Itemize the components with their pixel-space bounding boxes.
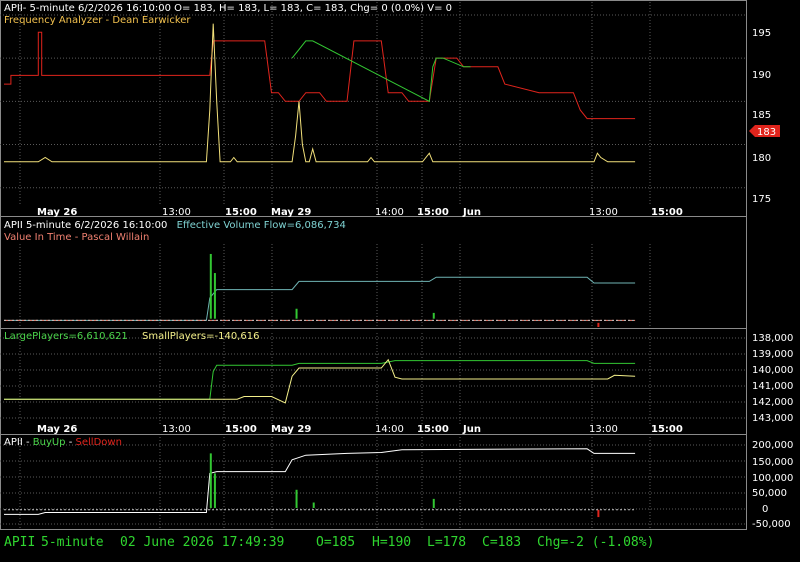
status-change: Chg=-2 (-1.08%) [537, 535, 655, 550]
chart-canvas[interactable]: APII- 5-minute 6/2/2026 16:10:00 O= 183,… [0, 0, 800, 562]
y-tick-143000: 143,000 [752, 413, 793, 424]
time-label-1500-c: 15:00 [651, 207, 683, 218]
date-label-jun-a: Jun [462, 207, 481, 218]
p4-bar-1 [213, 473, 216, 508]
y-tick-175: 175 [752, 194, 771, 205]
price-badge: 183 [749, 125, 780, 138]
time-label-1500-b: 15:00 [417, 207, 449, 218]
y-tick-195: 195 [752, 28, 771, 39]
p2-bar-1 [213, 273, 216, 319]
y-tick-140000: 140,000 [752, 365, 793, 376]
p2-bar-0 [209, 253, 212, 319]
y-tick-142000: 142,000 [752, 397, 793, 408]
time-label-1500-d: 15:00 [225, 424, 257, 435]
y-tick-139000: 139,000 [752, 349, 793, 360]
y-tick-141000: 141,000 [752, 381, 793, 392]
series-p1-apii [4, 31, 636, 120]
status-high: H=190 [372, 535, 412, 550]
grid-lines [0, 2, 746, 528]
time-label-1300-a: 13:00 [162, 207, 191, 218]
p4-bar-0 [209, 453, 212, 508]
series-p2-effective-volume-flow [4, 276, 636, 321]
y-tick-200000: 200,000 [752, 440, 793, 451]
p4-bar-4 [432, 498, 435, 508]
pane-4-frame [0, 434, 747, 530]
series-p3-largeplayers [4, 360, 636, 400]
pane-2-indicator-a: Effective Volume Flow=6,086,734 [177, 220, 346, 231]
date-label-may26-b: May 26 [37, 424, 77, 435]
time-label-1500-f: 15:00 [651, 424, 683, 435]
time-label-1400-b: 14:00 [375, 424, 404, 435]
y-tick-50000: 50,000 [752, 488, 787, 499]
price-badge-text: 183 [757, 127, 776, 138]
status-interval: 5-minute [41, 535, 104, 550]
status-low: L=178 [427, 535, 467, 550]
time-label-1300-c: 13:00 [162, 424, 191, 435]
series-p3-smallplayers [4, 358, 636, 404]
pane-2-indicator-b: Value In Time - Pascal Willain [4, 232, 149, 243]
status-close: C=183 [482, 535, 522, 550]
y-tick-185: 185 [752, 110, 771, 121]
pane-2-title: APII 5-minute 6/2/2026 16:10:00 Effectiv… [4, 220, 346, 231]
pane-1-indicator: Frequency Analyzer - Dean Earwicker [4, 15, 191, 26]
pane-4-buy-label: BuyUp [33, 437, 66, 448]
p2-bar-4 [597, 322, 600, 327]
p4-bar-3 [312, 502, 315, 508]
date-label-may29-b: May 29 [271, 424, 311, 435]
p2-bar-2 [295, 308, 298, 319]
pane-4-sep: - [69, 437, 73, 448]
y-tick-190: 190 [752, 70, 771, 81]
pane-4-sell-label: SellDown [76, 437, 122, 448]
date-label-may29-a: May 29 [271, 207, 311, 218]
pane-1-title: APII- 5-minute 6/2/2026 16:10:00 O= 183,… [4, 3, 452, 14]
time-label-1400-a: 14:00 [375, 207, 404, 218]
series-p4-buyup-selldown [4, 448, 636, 515]
time-label-1500-a: 15:00 [225, 207, 257, 218]
status-bar: APII 5-minute 02 June 2026 17:49:39 O=18… [0, 535, 800, 555]
y-tick-neg50000: -50,000 [752, 519, 791, 530]
status-symbol: APII [4, 535, 36, 550]
time-label-1500-e: 15:00 [417, 424, 449, 435]
pane-3-frame [0, 328, 747, 435]
time-label-1300-d: 13:00 [589, 424, 618, 435]
pane-4-title-prefix: APII - [4, 437, 33, 448]
status-datetime: 02 June 2026 17:49:39 [120, 535, 285, 550]
pane-2-title-prefix: APII 5-minute 6/2/2026 16:10:00 [4, 220, 167, 231]
pane-3-small-label: SmallPlayers=-140,616 [142, 331, 259, 342]
y-tick-100000: 100,000 [752, 473, 793, 484]
y-tick-180: 180 [752, 153, 771, 164]
pane-4-title: APII - BuyUp - SellDown [4, 437, 122, 448]
pane-3-large-label: LargePlayers=6,610,621 [4, 331, 128, 342]
p2-bar-3 [432, 312, 435, 319]
y-tick-150000: 150,000 [752, 457, 793, 468]
status-open: O=185 [316, 535, 356, 550]
p4-bar-2 [295, 489, 298, 508]
date-label-jun-b: Jun [462, 424, 481, 435]
y-tick-138000: 138,000 [752, 333, 793, 344]
pane-1-frame [0, 0, 747, 217]
date-label-may26-a: May 26 [37, 207, 77, 218]
time-label-1300-b: 13:00 [589, 207, 618, 218]
y-tick-0: 0 [762, 504, 768, 515]
p4-bar-5 [597, 509, 600, 518]
